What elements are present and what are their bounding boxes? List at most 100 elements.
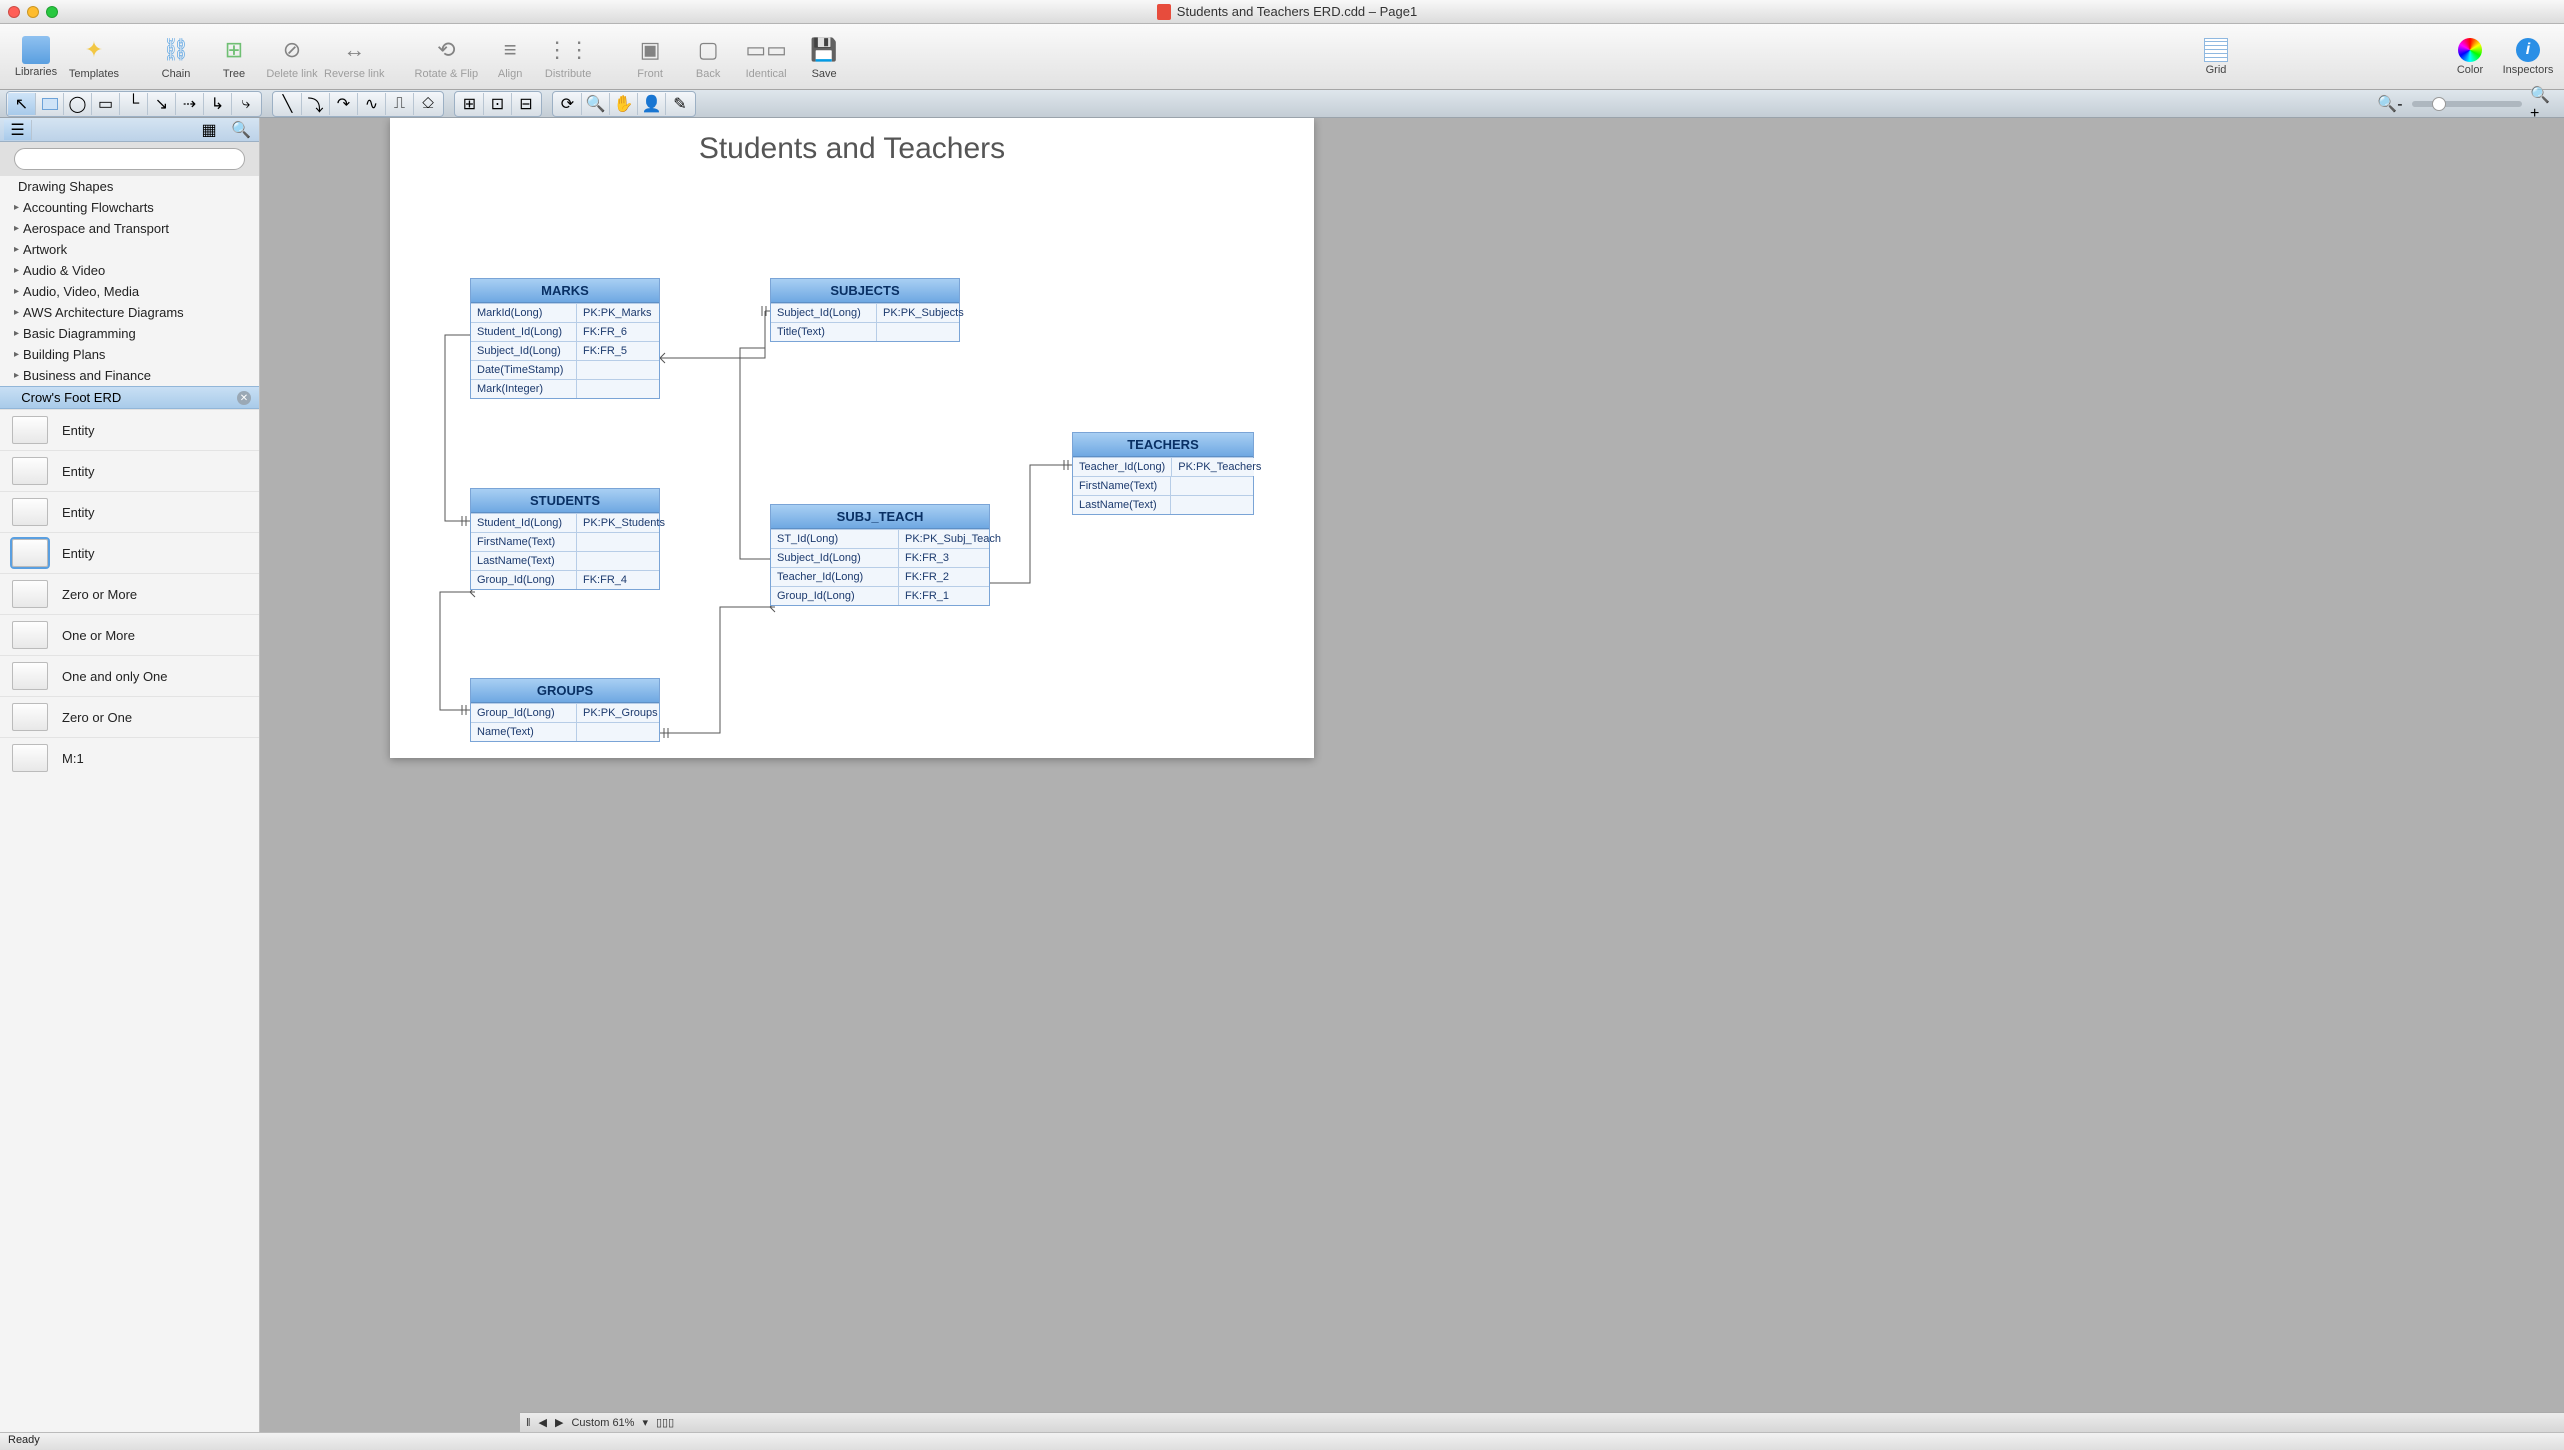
entity-row: Subject_Id(Long)FK:FR_5: [471, 341, 659, 360]
entity-header: SUBJ_TEACH: [771, 505, 989, 529]
connector-tool-1[interactable]: └: [120, 93, 148, 115]
connector-tool-3[interactable]: ⇢: [176, 93, 204, 115]
entity-row: Mark(Integer): [471, 379, 659, 398]
toolbar-libraries[interactable]: Libraries: [10, 27, 62, 87]
lib-selected[interactable]: Crow's Foot ERD✕: [0, 386, 259, 409]
stencil-entity[interactable]: Entity: [0, 409, 259, 450]
view-buttons[interactable]: ▯▯▯: [656, 1416, 674, 1429]
entity-row: LastName(Text): [1073, 495, 1253, 514]
toolbar-delete-link: ⊘Delete link: [266, 27, 318, 87]
stencil-m-1[interactable]: M:1: [0, 737, 259, 778]
line-tool-5[interactable]: ⎍: [386, 93, 414, 115]
zoom-label[interactable]: Custom 61%: [571, 1417, 634, 1429]
entity-row: Subject_Id(Long)PK:PK_Subjects: [771, 303, 959, 322]
entity-subjects[interactable]: SUBJECTSSubject_Id(Long)PK:PK_SubjectsTi…: [770, 278, 960, 342]
lib-cat-artwork[interactable]: ▸Artwork: [0, 239, 259, 260]
canvas[interactable]: Students and Teachers MARKSMarkId(Long)P…: [260, 118, 2564, 1432]
lib-cat-drawing-shapes[interactable]: Drawing Shapes: [0, 176, 259, 197]
snap-tool-1[interactable]: ⊞: [456, 93, 484, 115]
toolbar-distribute: ⋮⋮Distribute: [542, 27, 594, 87]
stencil-zero-or-one[interactable]: Zero or One: [0, 696, 259, 737]
rect-tool[interactable]: [36, 93, 64, 115]
connector-tool-5[interactable]: ⤷: [232, 93, 260, 115]
sidebar-grid-view[interactable]: ▦: [195, 120, 223, 140]
entity-row: Group_Id(Long)FK:FR_1: [771, 586, 989, 605]
zoom-slider[interactable]: [2412, 101, 2522, 107]
snap-tool-3[interactable]: ⊟: [512, 93, 540, 115]
stencil-one-and-only-one[interactable]: One and only One: [0, 655, 259, 696]
lib-cat-audio-video[interactable]: ▸Audio & Video: [0, 260, 259, 281]
pause-icon[interactable]: ‖: [526, 1417, 531, 1429]
toolbar-inspectors[interactable]: iInspectors: [2502, 27, 2554, 87]
user-tool[interactable]: 👤: [638, 93, 666, 115]
lib-cat-business-and-finance[interactable]: ▸Business and Finance: [0, 365, 259, 386]
line-tool-3[interactable]: ↷: [330, 93, 358, 115]
line-tool-6[interactable]: ⎐: [414, 93, 442, 115]
ellipse-tool[interactable]: ◯: [64, 93, 92, 115]
lib-cat-building-plans[interactable]: ▸Building Plans: [0, 344, 259, 365]
zoom-tool[interactable]: 🔍: [582, 93, 610, 115]
zoom-in-button[interactable]: 🔍+: [2530, 93, 2558, 115]
entity-header: STUDENTS: [471, 489, 659, 513]
line-tool-4[interactable]: ∿: [358, 93, 386, 115]
entity-row: FirstName(Text): [1073, 476, 1253, 495]
library-tree[interactable]: Drawing Shapes▸Accounting Flowcharts▸Aer…: [0, 176, 259, 1432]
page-next[interactable]: ▶: [555, 1416, 563, 1429]
line-tool-2[interactable]: ⤵: [302, 93, 330, 115]
entity-students[interactable]: STUDENTSStudent_Id(Long)PK:PK_StudentsFi…: [470, 488, 660, 590]
toolbar-chain[interactable]: ⛓Chain: [150, 27, 202, 87]
entity-row: Teacher_Id(Long)FK:FR_2: [771, 567, 989, 586]
lib-cat-accounting-flowcharts[interactable]: ▸Accounting Flowcharts: [0, 197, 259, 218]
toolbar-color[interactable]: Color: [2444, 27, 2496, 87]
zoom-out-button[interactable]: 🔍-: [2376, 93, 2404, 115]
eyedropper-tool[interactable]: ✎: [666, 93, 694, 115]
entity-row: Date(TimeStamp): [471, 360, 659, 379]
stencil-zero-or-more[interactable]: Zero or More: [0, 573, 259, 614]
toolbar-tree[interactable]: ⊞Tree: [208, 27, 260, 87]
sidebar-tree-view[interactable]: ☰: [4, 120, 32, 140]
toolbar-align: ≡Align: [484, 27, 536, 87]
entity-row: FirstName(Text): [471, 532, 659, 551]
status-bar: Ready: [0, 1432, 2564, 1450]
window-minimize-button[interactable]: [27, 6, 39, 18]
toolbar-save[interactable]: 💾Save: [798, 27, 850, 87]
entity-row: Name(Text): [471, 722, 659, 741]
window-zoom-button[interactable]: [46, 6, 58, 18]
lib-cat-aerospace-and-transport[interactable]: ▸Aerospace and Transport: [0, 218, 259, 239]
entity-subj_teach[interactable]: SUBJ_TEACHST_Id(Long)PK:PK_Subj_TeachSub…: [770, 504, 990, 606]
entity-row: Subject_Id(Long)FK:FR_3: [771, 548, 989, 567]
pan-tool[interactable]: ✋: [610, 93, 638, 115]
toolbar-grid[interactable]: Grid: [2190, 27, 2242, 87]
toolbar-reverse-link: ↔Reverse link: [324, 27, 385, 87]
window-close-button[interactable]: [8, 6, 20, 18]
toolbar-identical: ▭▭Identical: [740, 27, 792, 87]
lib-cat-basic-diagramming[interactable]: ▸Basic Diagramming: [0, 323, 259, 344]
sidebar-search-toggle[interactable]: 🔍: [227, 120, 255, 140]
pointer-tool[interactable]: ↖: [8, 93, 36, 115]
page[interactable]: Students and Teachers MARKSMarkId(Long)P…: [390, 118, 1314, 758]
text-tool[interactable]: ▭: [92, 93, 120, 115]
entity-teachers[interactable]: TEACHERSTeacher_Id(Long)PK:PK_TeachersFi…: [1072, 432, 1254, 515]
lib-cat-audio-video-media[interactable]: ▸Audio, Video, Media: [0, 281, 259, 302]
entity-row: Group_Id(Long)PK:PK_Groups: [471, 703, 659, 722]
close-icon[interactable]: ✕: [237, 391, 251, 405]
connector-tool-4[interactable]: ↳: [204, 93, 232, 115]
toolbar-templates[interactable]: ✦Templates: [68, 27, 120, 87]
lib-cat-aws-architecture-diagrams[interactable]: ▸AWS Architecture Diagrams: [0, 302, 259, 323]
entity-header: GROUPS: [471, 679, 659, 703]
stencil-entity[interactable]: Entity: [0, 532, 259, 573]
entity-row: Group_Id(Long)FK:FR_4: [471, 570, 659, 589]
library-search-input[interactable]: [14, 148, 245, 170]
toolbar-front: ▣Front: [624, 27, 676, 87]
line-tool-1[interactable]: ╲: [274, 93, 302, 115]
zoom-fit[interactable]: ⟳: [554, 93, 582, 115]
page-prev[interactable]: ◀: [539, 1416, 547, 1429]
stencil-entity[interactable]: Entity: [0, 450, 259, 491]
stencil-entity[interactable]: Entity: [0, 491, 259, 532]
stencil-one-or-more[interactable]: One or More: [0, 614, 259, 655]
entity-marks[interactable]: MARKSMarkId(Long)PK:PK_MarksStudent_Id(L…: [470, 278, 660, 399]
connector-tool-2[interactable]: ↘: [148, 93, 176, 115]
entity-groups[interactable]: GROUPSGroup_Id(Long)PK:PK_GroupsName(Tex…: [470, 678, 660, 742]
bottom-bar: ‖ ◀ ▶ Custom 61% ▾ ▯▯▯: [520, 1412, 2564, 1432]
snap-tool-2[interactable]: ⊡: [484, 93, 512, 115]
